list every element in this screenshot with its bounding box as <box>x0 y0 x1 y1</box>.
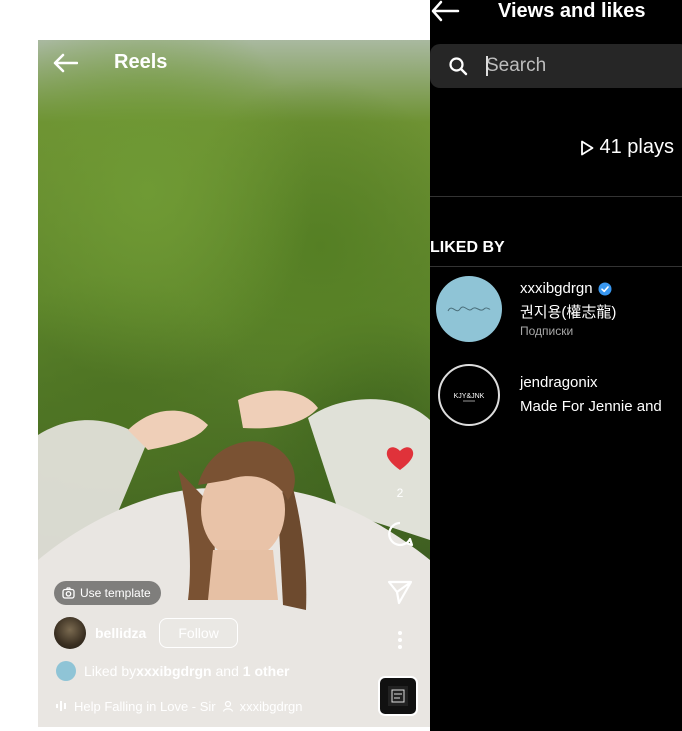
liker-subtitle: Подписки <box>520 324 574 338</box>
more-vertical-icon <box>398 631 402 649</box>
like-button[interactable] <box>382 444 418 472</box>
heart-icon <box>386 447 414 470</box>
liked-by-and: and <box>211 663 243 679</box>
text-caret <box>486 56 488 76</box>
comment-button[interactable] <box>382 520 418 548</box>
liked-by-others[interactable]: 1 other <box>243 663 290 679</box>
liker-row[interactable]: KJY&JNK jendragonix Made For Jennie and <box>436 364 682 430</box>
author-username[interactable]: bellidza <box>95 625 146 641</box>
views-and-likes-panel: Views and likes 41 plays LIKED BY xxxibg… <box>430 0 682 731</box>
search-icon <box>449 57 468 76</box>
music-credit-user: xxxibgdrgn <box>239 698 303 714</box>
avatar[interactable] <box>436 276 502 342</box>
page-title: Views and likes <box>498 0 646 22</box>
kjy-jnk-logo-icon: KJY&JNK <box>454 393 485 402</box>
follow-button[interactable]: Follow <box>159 618 238 648</box>
search-bar[interactable] <box>430 44 682 88</box>
liked-by-prefix: Liked by <box>84 663 137 679</box>
page-title: Reels <box>114 51 168 73</box>
liked-by-summary[interactable]: Liked by xxxibgdrgn and 1 other <box>56 661 289 681</box>
send-icon <box>387 580 413 605</box>
audio-bars-icon <box>56 701 66 711</box>
album-cover-icon <box>388 686 408 706</box>
music-title: Help Falling in Love - Sir <box>74 698 216 714</box>
use-template-button[interactable]: Use template <box>54 581 161 605</box>
divider <box>430 266 682 267</box>
plays-count: 41 plays <box>580 136 675 159</box>
use-template-label: Use template <box>80 586 151 600</box>
liker-avatar <box>56 661 76 681</box>
liker-username[interactable]: xxxibgdrgn <box>520 280 593 297</box>
more-options-button[interactable] <box>382 630 418 650</box>
liked-by-user[interactable]: xxxibgdrgn <box>136 663 211 679</box>
search-input[interactable] <box>486 53 666 79</box>
liked-by-header: LIKED BY <box>430 239 505 256</box>
like-count: 2 <box>396 486 404 500</box>
liker-username-row: xxxibgdrgn <box>520 280 612 297</box>
reel-viewer: Reels 2 Use template bellidza Follow Lik… <box>38 40 430 727</box>
liker-username-row: jendragonix <box>520 374 598 391</box>
plays-label: 41 plays <box>599 136 675 158</box>
back-arrow-icon[interactable] <box>52 53 78 73</box>
liker-full-name: Made For Jennie and <box>520 398 662 415</box>
script-logo-icon <box>447 306 491 312</box>
audio-album-art[interactable] <box>378 676 418 716</box>
avatar[interactable]: KJY&JNK <box>438 364 500 426</box>
divider <box>430 196 682 197</box>
reel-header: Reels <box>38 40 430 86</box>
play-icon <box>580 140 593 155</box>
comment-icon <box>388 521 414 547</box>
liker-full-name: 권지용(權志龍) <box>520 304 617 321</box>
liker-row[interactable]: xxxibgdrgn 권지용(權志龍) Подписки <box>436 276 682 346</box>
author-row: bellidza Follow <box>54 617 238 649</box>
music-info[interactable]: Help Falling in Love - Sir xxxibgdrgn <box>56 697 303 715</box>
svg-text:KJY&JNK: KJY&JNK <box>454 393 485 400</box>
liker-username[interactable]: jendragonix <box>520 374 598 391</box>
back-arrow-icon[interactable] <box>430 0 460 22</box>
share-button[interactable] <box>382 578 418 606</box>
person-icon <box>222 700 233 712</box>
verified-badge-icon <box>598 282 612 295</box>
avatar[interactable] <box>54 617 86 649</box>
camera-icon <box>62 587 75 599</box>
